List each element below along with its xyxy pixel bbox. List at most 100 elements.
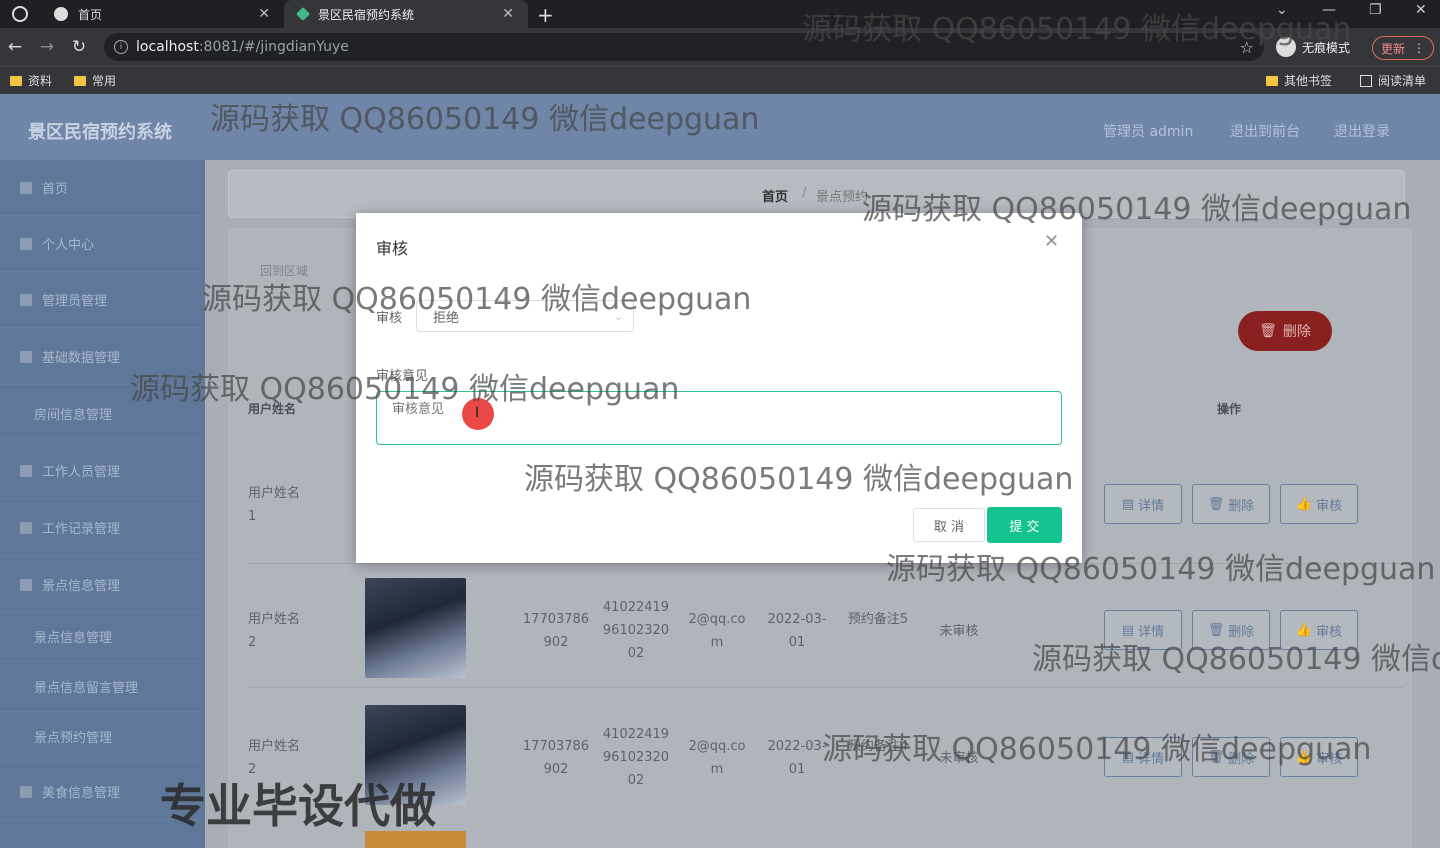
- url-input[interactable]: i localhost:8081/#/jingdianYuye ☆: [104, 33, 1264, 61]
- audit-select-value: 拒绝: [433, 310, 460, 326]
- sidebar-item-label: 景点信息管理: [42, 579, 121, 594]
- reading-list[interactable]: 阅读清单: [1360, 72, 1426, 89]
- sidebar-item-label: 个人中心: [42, 238, 95, 253]
- detail-label: 详情: [1138, 498, 1165, 514]
- cancel-button[interactable]: 取 消: [913, 508, 985, 542]
- sidebar-item-food[interactable]: 美食信息管理: [0, 764, 205, 820]
- new-tab-button[interactable]: +: [537, 3, 554, 27]
- browser-menu-icon[interactable]: [12, 6, 28, 22]
- sidebar-item-rooms[interactable]: 房间信息管理: [0, 389, 205, 439]
- audit-label: 审核: [1316, 624, 1343, 640]
- cell-name: 用户姓名1: [248, 486, 301, 524]
- cell-email: 2@qq.com: [688, 612, 746, 650]
- home-icon: [20, 181, 32, 194]
- forward-icon[interactable]: →: [36, 37, 58, 57]
- audit-label: 审核: [1316, 498, 1343, 514]
- incognito-label: 无痕模式: [1302, 40, 1351, 55]
- audit-button[interactable]: 👍 审核: [1280, 610, 1358, 650]
- minimize-button[interactable]: —: [1322, 2, 1336, 18]
- mouse-cursor-indicator: I: [462, 398, 494, 430]
- sidebar-item-staff[interactable]: 工作人员管理: [0, 443, 205, 499]
- column-header-name: 用户姓名: [248, 402, 297, 416]
- delete-button[interactable]: 🗑 删除: [1192, 737, 1270, 777]
- submit-button[interactable]: 提 交: [987, 507, 1062, 543]
- sidebar-item-label: 工作人员管理: [42, 465, 121, 480]
- audit-button[interactable]: 👍 审核: [1280, 737, 1358, 777]
- close-window-button[interactable]: ✕: [1415, 2, 1427, 18]
- cell-idcard: 410224199610232002: [602, 600, 670, 661]
- sidebar-item-scenic[interactable]: 景点信息管理: [0, 557, 205, 613]
- user-photo: [365, 831, 466, 848]
- cell-date: 2022-03-01: [767, 612, 827, 650]
- trash-icon: 🗑: [1259, 323, 1277, 339]
- folder-icon: [1266, 75, 1278, 86]
- thumb-icon: 👍: [1295, 749, 1313, 765]
- cell-status: 未审核: [939, 624, 979, 639]
- breadcrumb-home[interactable]: 首页: [762, 186, 788, 205]
- info-icon[interactable]: i: [114, 40, 128, 54]
- cell-date: 2022-03-01: [767, 739, 827, 777]
- doc-icon: ▤: [1121, 496, 1135, 512]
- browser-tab-active[interactable]: 景区民宿预约系统 ✕: [284, 0, 528, 28]
- trash-icon: 🗑: [1207, 749, 1225, 765]
- incognito-indicator[interactable]: 无痕模式: [1276, 34, 1364, 60]
- sidebar-item-label: 美食信息管理: [42, 786, 121, 801]
- sidebar-item-scenic-msg[interactable]: 景点信息留言管理: [0, 662, 205, 712]
- cell-remark: 预约备注5: [847, 612, 909, 627]
- sidebar-item-admin[interactable]: 管理员管理: [0, 272, 205, 328]
- detail-button[interactable]: ▤ 详情: [1104, 610, 1182, 650]
- browser-tab-home[interactable]: 首页 ✕: [40, 0, 284, 28]
- tab-close-icon[interactable]: ✕: [258, 6, 270, 22]
- cell-status: 未审核: [939, 751, 979, 766]
- bookmark-star-icon[interactable]: ☆: [1240, 38, 1254, 57]
- trash-icon: 🗑: [1207, 496, 1225, 512]
- restore-button[interactable]: ❐: [1369, 2, 1382, 18]
- reload-icon[interactable]: ↻: [68, 37, 90, 57]
- audit-button[interactable]: 👍 审核: [1280, 484, 1358, 524]
- sidebar-item-scenic-info[interactable]: 景点信息管理: [0, 612, 205, 662]
- sidebar-item-profile[interactable]: 个人中心: [0, 216, 205, 272]
- detail-label: 详情: [1138, 624, 1165, 640]
- other-bookmarks[interactable]: 其他书签: [1266, 72, 1332, 89]
- cell-name: 用户姓名2: [248, 612, 301, 650]
- delete-button[interactable]: 🗑 删除: [1192, 484, 1270, 524]
- sidebar-item-scenic-booking[interactable]: 景点预约管理: [0, 712, 205, 762]
- audit-select[interactable]: 拒绝 ⌄: [416, 300, 634, 332]
- bookmark-folder-2[interactable]: 常用: [74, 72, 116, 89]
- sidebar-item-home[interactable]: 首页: [0, 160, 205, 216]
- update-button[interactable]: 更新 ⋮: [1372, 36, 1434, 60]
- logout-link[interactable]: 退出登录: [1334, 121, 1390, 141]
- bookmarks-bar: [0, 66, 1440, 94]
- data-icon: [20, 350, 32, 363]
- tab-search-icon[interactable]: ⌄: [1276, 2, 1288, 18]
- tab-close-icon[interactable]: ✕: [502, 6, 514, 22]
- breadcrumb-sep: /: [802, 186, 807, 201]
- detail-button[interactable]: ▤ 详情: [1104, 484, 1182, 524]
- kebab-menu-icon: ⋮: [1413, 41, 1425, 55]
- scenic-icon: [20, 578, 32, 591]
- close-icon[interactable]: ✕: [1044, 231, 1059, 252]
- staff-icon: [20, 464, 32, 477]
- admin-user-label: 管理员 admin: [1103, 124, 1194, 140]
- chevron-down-icon: ⌄: [613, 309, 623, 323]
- sidebar-item-label: 首页: [42, 182, 69, 197]
- tab-title: 景区民宿预约系统: [318, 7, 415, 22]
- sidebar-item-label: 景点信息管理: [34, 631, 113, 646]
- sidebar-item-worklog[interactable]: 工作记录管理: [0, 500, 205, 556]
- go-frontend-link[interactable]: 退出到前台: [1230, 121, 1300, 141]
- sidebar-item-label: 景点信息留言管理: [34, 681, 139, 696]
- cell-email: 2@qq.com: [688, 739, 746, 777]
- bookmark-folder-1[interactable]: 资料: [10, 72, 52, 89]
- incognito-icon: [1276, 37, 1296, 57]
- batch-delete-button[interactable]: 🗑 删除: [1238, 311, 1332, 351]
- sidebar-item-label: 工作记录管理: [42, 522, 121, 537]
- sidebar-item-basedata[interactable]: 基础数据管理: [0, 329, 205, 385]
- food-icon: [20, 785, 32, 798]
- doc-icon: ▤: [1121, 749, 1135, 765]
- table-row: 用户姓名2 17703786902 410224199610232002 2@q…: [248, 568, 1403, 688]
- folder-icon: [74, 75, 86, 86]
- delete-button[interactable]: 🗑 删除: [1192, 610, 1270, 650]
- table-row: 用户姓名2 17703786902 410224199610232002 2@q…: [248, 695, 1403, 848]
- back-icon[interactable]: ←: [4, 37, 26, 57]
- detail-button[interactable]: ▤ 详情: [1104, 737, 1182, 777]
